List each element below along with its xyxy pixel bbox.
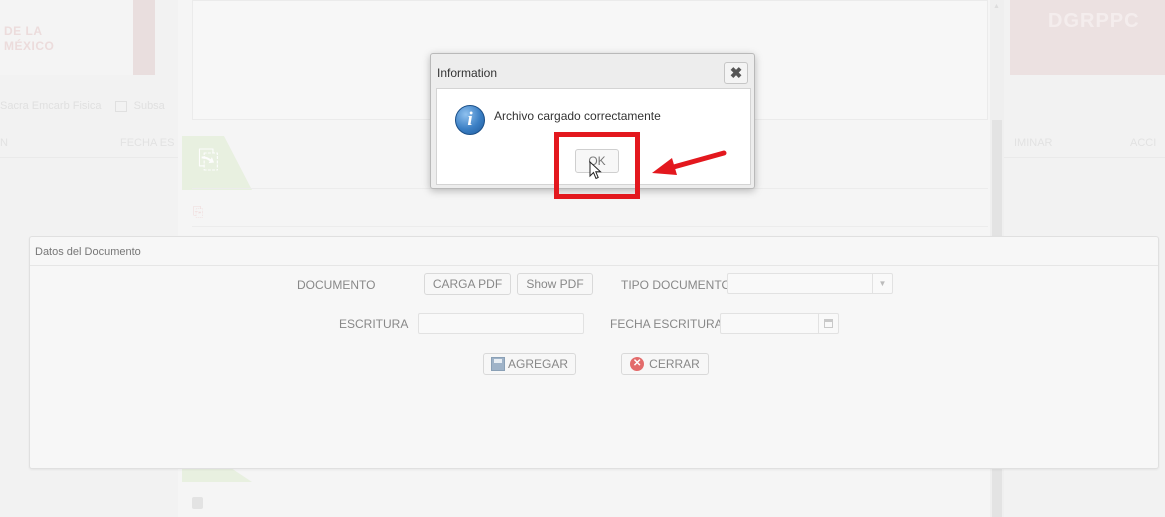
- datos-documento-panel: Datos del Documento DOCUMENTO CARGA PDF …: [29, 236, 1159, 469]
- header-brand-subtitle: [1048, 36, 1158, 66]
- agregar-label: AGREGAR: [507, 357, 568, 371]
- fecha-escritura-input[interactable]: [720, 313, 839, 334]
- carga-pdf-button[interactable]: CARGA PDF: [424, 273, 511, 295]
- close-circle-icon: ✕: [630, 357, 645, 371]
- background-toolbar-text: Sacra Emcarb Fisica: [0, 100, 102, 112]
- escritura-input[interactable]: [418, 313, 584, 334]
- close-icon: ✖: [729, 64, 743, 82]
- red-arrow-icon: [652, 150, 727, 175]
- tipo-documento-select[interactable]: ▼: [727, 273, 893, 294]
- header-logo-left: DE LA MÉXICO: [0, 0, 155, 75]
- background-toolbar-item: Subsa: [133, 100, 165, 112]
- chevron-down-icon[interactable]: ▼: [872, 274, 892, 293]
- documento-label: DOCUMENTO: [297, 278, 376, 292]
- page-icon: [192, 497, 203, 509]
- save-icon: [490, 357, 505, 371]
- mouse-cursor-icon: [589, 161, 602, 180]
- header-logo-right: DGRPPC: [1010, 0, 1165, 75]
- agregar-button[interactable]: AGREGAR: [483, 353, 576, 375]
- show-pdf-button[interactable]: Show PDF: [517, 273, 593, 295]
- header-logo-line2: MÉXICO: [4, 39, 55, 53]
- header-brand: DGRPPC: [1048, 10, 1140, 32]
- table-header-acciones: ACCI: [1130, 137, 1157, 149]
- pdf-small-icon: ⎘: [193, 204, 204, 219]
- background-toolbar: Sacra Emcarb Fisica Subsa: [0, 100, 178, 116]
- dialog-message: Archivo cargado correctamente: [494, 109, 661, 123]
- pdf-icon: ⎘: [198, 144, 219, 174]
- table-header-eliminar: IMINAR: [1014, 137, 1053, 149]
- header-logo-line1: DE LA: [4, 24, 43, 38]
- panel-title: Datos del Documento: [35, 246, 141, 258]
- table-header-n: N: [0, 137, 8, 149]
- escritura-label: ESCRITURA: [339, 317, 409, 331]
- checkbox-icon: [114, 100, 127, 112]
- cerrar-label: CERRAR: [649, 357, 700, 371]
- table-header-fecha: FECHA ES: [120, 137, 175, 149]
- dialog-title: Information: [437, 66, 498, 80]
- row-divider: [192, 226, 988, 227]
- scroll-up-icon[interactable]: ▲: [993, 3, 1000, 10]
- calendar-icon[interactable]: [818, 314, 838, 333]
- fecha-escritura-label: FECHA ESCRITURA: [610, 317, 723, 331]
- tipo-documento-label: TIPO DOCUMENTO: [621, 278, 731, 292]
- panel-divider: [30, 265, 1158, 266]
- header-logo-strip: [133, 0, 155, 75]
- dialog-close-button[interactable]: ✖: [724, 62, 748, 84]
- cerrar-button[interactable]: ✕ CERRAR: [621, 353, 709, 375]
- info-icon: i: [455, 105, 485, 135]
